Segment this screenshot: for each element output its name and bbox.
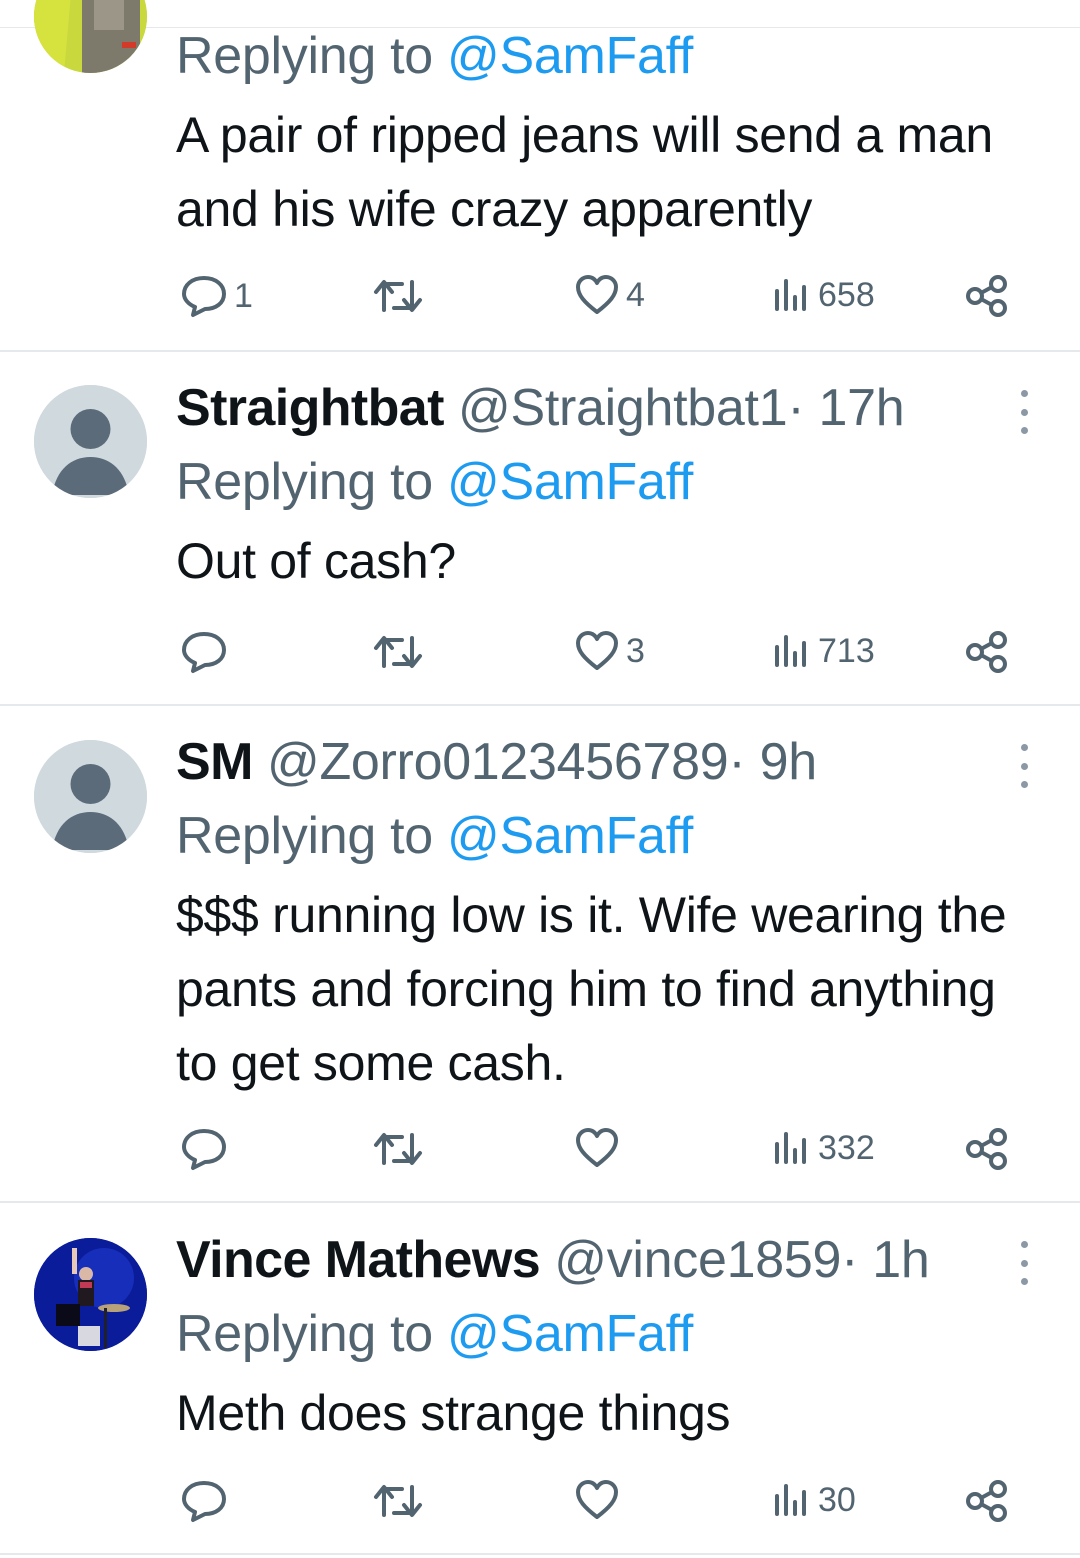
- reply-button[interactable]: [180, 1479, 234, 1523]
- retweet-button[interactable]: [372, 276, 424, 316]
- share-icon: [966, 631, 1007, 673]
- more-vertical-icon[interactable]: [1012, 390, 1036, 434]
- user-handle[interactable]: @vince1859: [554, 1231, 841, 1289]
- views-bar-chart-icon: [775, 1132, 806, 1164]
- share-icon: [966, 1480, 1007, 1522]
- timestamp[interactable]: · 17h: [787, 379, 904, 437]
- more-vertical-icon[interactable]: [1012, 744, 1036, 788]
- like-button[interactable]: 4: [574, 274, 645, 316]
- display-name[interactable]: Straightbat: [176, 379, 444, 437]
- like-count: 4: [626, 275, 645, 314]
- mention-link[interactable]: @SamFaff: [447, 1305, 693, 1363]
- replying-to: Replying to @SamFaff: [176, 807, 693, 865]
- share-icon: [966, 1128, 1007, 1170]
- display-name[interactable]: SM: [176, 733, 253, 791]
- views-button[interactable]: 713: [772, 631, 875, 671]
- tweet-divider: [0, 1201, 1080, 1203]
- reply-bubble-icon: [182, 1481, 226, 1522]
- share-button[interactable]: [964, 630, 1010, 674]
- views-button[interactable]: 332: [772, 1128, 875, 1168]
- user-handle[interactable]: @Straightbat1: [458, 379, 788, 437]
- tweet-header: Vince Mathews @vince1859· 1h: [176, 1230, 930, 1290]
- views-count: 30: [818, 1480, 856, 1519]
- reply-button[interactable]: [180, 630, 234, 674]
- views-count: 332: [818, 1128, 875, 1167]
- replying-to: Replying to @SamFaff: [176, 1305, 693, 1363]
- views-button[interactable]: 658: [772, 275, 875, 315]
- tweet-header: SM @Zorro0123456789· 9h: [176, 732, 817, 792]
- more-vertical-icon[interactable]: [1012, 1241, 1036, 1285]
- retweet-icon: [374, 1133, 422, 1165]
- share-button[interactable]: [964, 274, 1010, 318]
- reply-bubble-icon: [182, 276, 226, 317]
- avatar[interactable]: [34, 740, 147, 853]
- timestamp[interactable]: · 9h: [728, 733, 817, 791]
- display-name[interactable]: Vince Mathews: [176, 1231, 541, 1289]
- like-button[interactable]: 3: [574, 630, 645, 672]
- views-bar-chart-icon: [775, 635, 806, 667]
- replying-to: Replying to @SamFaff: [176, 453, 693, 511]
- share-button[interactable]: [964, 1127, 1010, 1171]
- retweet-icon: [374, 280, 422, 312]
- retweet-button[interactable]: [372, 1129, 424, 1169]
- retweet-button[interactable]: [372, 632, 424, 672]
- tweet-divider: [0, 350, 1080, 352]
- tweet-text: A pair of ripped jeans will send a man a…: [176, 107, 993, 237]
- retweet-button[interactable]: [372, 1481, 424, 1521]
- share-icon: [966, 275, 1007, 317]
- share-button[interactable]: [964, 1479, 1010, 1523]
- tweet-text: $$$ running low is it. Wife wearing the …: [176, 887, 1007, 1091]
- avatar[interactable]: [34, 1238, 147, 1351]
- default-avatar-icon: [34, 740, 147, 853]
- views-bar-chart-icon: [775, 1484, 806, 1516]
- reply-bubble-icon: [182, 1129, 226, 1170]
- like-button[interactable]: [574, 1127, 626, 1169]
- reply-bubble-icon: [182, 632, 226, 673]
- views-button[interactable]: 30: [772, 1480, 856, 1520]
- tweet-divider: [0, 1553, 1080, 1555]
- heart-icon: [576, 631, 618, 670]
- like-count: 3: [626, 631, 645, 670]
- heart-icon: [576, 275, 618, 314]
- reply-button[interactable]: 1: [180, 274, 253, 318]
- profile-photo: [34, 1238, 147, 1351]
- tweet-text: Out of cash?: [176, 533, 456, 589]
- mention-link[interactable]: @SamFaff: [447, 453, 693, 511]
- reply-count: 1: [234, 276, 253, 315]
- timestamp[interactable]: · 1h: [841, 1231, 930, 1289]
- mention-link[interactable]: @SamFaff: [447, 807, 693, 865]
- replying-to: Replying to @SamFaff: [176, 27, 693, 85]
- avatar[interactable]: [34, 385, 147, 498]
- tweet-header: Straightbat @Straightbat1· 17h: [176, 378, 905, 438]
- heart-icon: [576, 1480, 618, 1519]
- mention-link[interactable]: @SamFaff: [447, 27, 693, 85]
- avatar[interactable]: [34, 0, 147, 73]
- retweet-icon: [374, 1485, 422, 1517]
- views-bar-chart-icon: [775, 279, 806, 311]
- like-button[interactable]: [574, 1479, 626, 1521]
- reply-button[interactable]: [180, 1127, 234, 1171]
- default-avatar-icon: [34, 385, 147, 498]
- retweet-icon: [374, 636, 422, 668]
- heart-icon: [576, 1128, 618, 1167]
- tweet-divider: [0, 704, 1080, 706]
- tweet-text: Meth does strange things: [176, 1385, 731, 1441]
- views-count: 658: [818, 275, 875, 314]
- views-count: 713: [818, 631, 875, 670]
- user-handle[interactable]: @Zorro0123456789: [267, 733, 729, 791]
